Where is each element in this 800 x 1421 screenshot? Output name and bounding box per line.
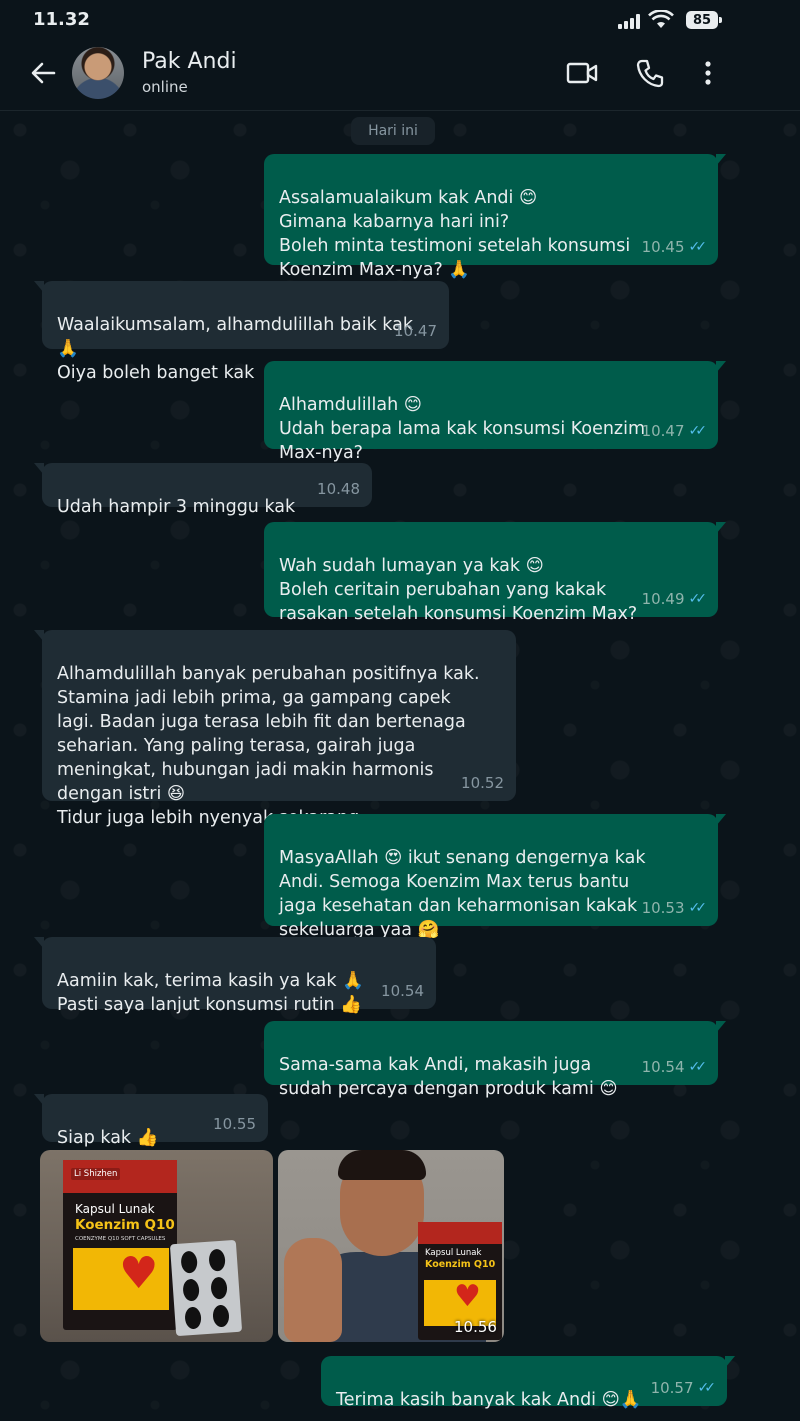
video-call-icon[interactable] [566, 61, 598, 85]
message-time: 10.55 [213, 1115, 256, 1133]
message-time: 10.45 [641, 238, 685, 256]
date-chip: Hari ini [351, 117, 435, 145]
read-receipt-icon: ✓✓ [697, 1380, 717, 1396]
contact-status: online [142, 78, 188, 96]
photo-time: 10.56 [454, 1318, 497, 1336]
product-line-1: Kapsul Lunak [425, 1248, 482, 1258]
message-time: 10.54 [641, 1058, 685, 1076]
message-bubble-outgoing[interactable]: MasyaAllah 😍 ikut senang dengernya kak A… [264, 814, 726, 940]
message-meta: 10.54 ✓✓ [641, 1055, 708, 1079]
message-meta: 10.54 [381, 979, 424, 1003]
signal-icon [618, 13, 640, 29]
chat-header: Pak Andi online [0, 40, 800, 111]
heart-icon: ♥ [119, 1248, 159, 1299]
back-arrow-icon[interactable] [30, 60, 56, 86]
read-receipt-icon: ✓✓ [688, 900, 708, 916]
product-line-2: Koenzim Q10 [425, 1259, 496, 1270]
message-time: 10.47 [641, 422, 685, 440]
product-box-band [418, 1222, 502, 1244]
message-bubble-incoming[interactable]: Waalaikumsalam, alhamdulillah baik kak 🙏… [34, 281, 449, 383]
message-meta: 10.49 ✓✓ [641, 587, 708, 611]
message-bubble-incoming[interactable]: Siap kak 👍 10.55 [34, 1094, 268, 1148]
message-bubble-outgoing[interactable]: Assalamualaikum kak Andi 😊 Gimana kabarn… [264, 154, 726, 280]
message-meta: 10.52 [461, 771, 504, 795]
message-time: 10.52 [461, 774, 504, 792]
message-time: 10.49 [641, 590, 685, 608]
message-meta: 10.57 ✓✓ [650, 1376, 717, 1400]
message-time: 10.57 [650, 1379, 694, 1397]
message-meta: 10.47 ✓✓ [641, 419, 708, 443]
message-text: Sama-sama kak Andi, makasih juga sudah p… [279, 1055, 618, 1099]
thumbs-up-hand [284, 1238, 342, 1342]
heart-icon: ♥ [454, 1279, 481, 1314]
read-receipt-icon: ✓✓ [688, 239, 708, 255]
message-bubble-outgoing[interactable]: Terima kasih banyak kak Andi 😊🙏 10.57 ✓✓ [321, 1356, 735, 1410]
read-receipt-icon: ✓✓ [688, 423, 708, 439]
message-text: Terima kasih banyak kak Andi 😊🙏 [336, 1390, 642, 1410]
status-time: 11.32 [33, 9, 90, 30]
message-text: Wah sudah lumayan ya kak 😊 Boleh ceritai… [279, 556, 638, 624]
message-meta: 10.45 ✓✓ [641, 235, 708, 259]
product-line-3: COENZYME Q10 SOFT CAPSULES [75, 1236, 166, 1242]
message-meta: 10.48 [317, 477, 360, 501]
battery-icon: 85 [686, 11, 722, 29]
photo-product[interactable]: Li Shizhen Kapsul Lunak Koenzim Q10 COEN… [40, 1150, 273, 1342]
wifi-icon [648, 10, 674, 28]
product-brand: Li Shizhen [71, 1168, 121, 1180]
message-time: 10.54 [381, 982, 424, 1000]
phone-icon[interactable] [636, 58, 664, 88]
message-text: Aamiin kak, terima kasih ya kak 🙏 Pasti … [57, 971, 364, 1015]
message-meta: 10.55 [213, 1112, 256, 1136]
message-bubble-outgoing[interactable]: Alhamdulillah 😊 Udah berapa lama kak kon… [264, 361, 726, 463]
capsule-blister [169, 1239, 243, 1337]
product-line-1: Kapsul Lunak [75, 1202, 155, 1216]
message-meta: 10.47 [394, 319, 437, 343]
read-receipt-icon: ✓✓ [688, 591, 708, 607]
message-bubble-incoming[interactable]: Aamiin kak, terima kasih ya kak 🙏 Pasti … [34, 937, 436, 1015]
product-box: Li Shizhen Kapsul Lunak Koenzim Q10 COEN… [63, 1160, 177, 1330]
message-time: 10.47 [394, 322, 437, 340]
message-text: Udah hampir 3 minggu kak [57, 497, 296, 517]
message-meta: 10.53 ✓✓ [641, 896, 708, 920]
status-bar: 11.32 85 [0, 0, 800, 40]
message-time: 10.53 [641, 899, 685, 917]
product-line-2: Koenzim Q10 [75, 1217, 175, 1233]
message-bubble-outgoing[interactable]: Sama-sama kak Andi, makasih juga sudah p… [264, 1021, 726, 1099]
contact-name[interactable]: Pak Andi [142, 49, 237, 74]
battery-level: 85 [692, 12, 712, 28]
avatar[interactable] [72, 47, 124, 99]
message-bubble-outgoing[interactable]: Wah sudah lumayan ya kak 😊 Boleh ceritai… [264, 522, 726, 624]
read-receipt-icon: ✓✓ [688, 1059, 708, 1075]
message-bubble-incoming[interactable]: Udah hampir 3 minggu kak 10.48 [34, 463, 372, 517]
person-hair [338, 1150, 426, 1180]
message-bubble-incoming[interactable]: Alhamdulillah banyak perubahan positifny… [34, 630, 516, 828]
photo-testimonial[interactable]: Kapsul Lunak Koenzim Q10 ♥ [278, 1150, 504, 1342]
message-text: Siap kak 👍 [57, 1128, 159, 1148]
more-menu-icon[interactable] [700, 60, 716, 88]
message-time: 10.48 [317, 480, 360, 498]
